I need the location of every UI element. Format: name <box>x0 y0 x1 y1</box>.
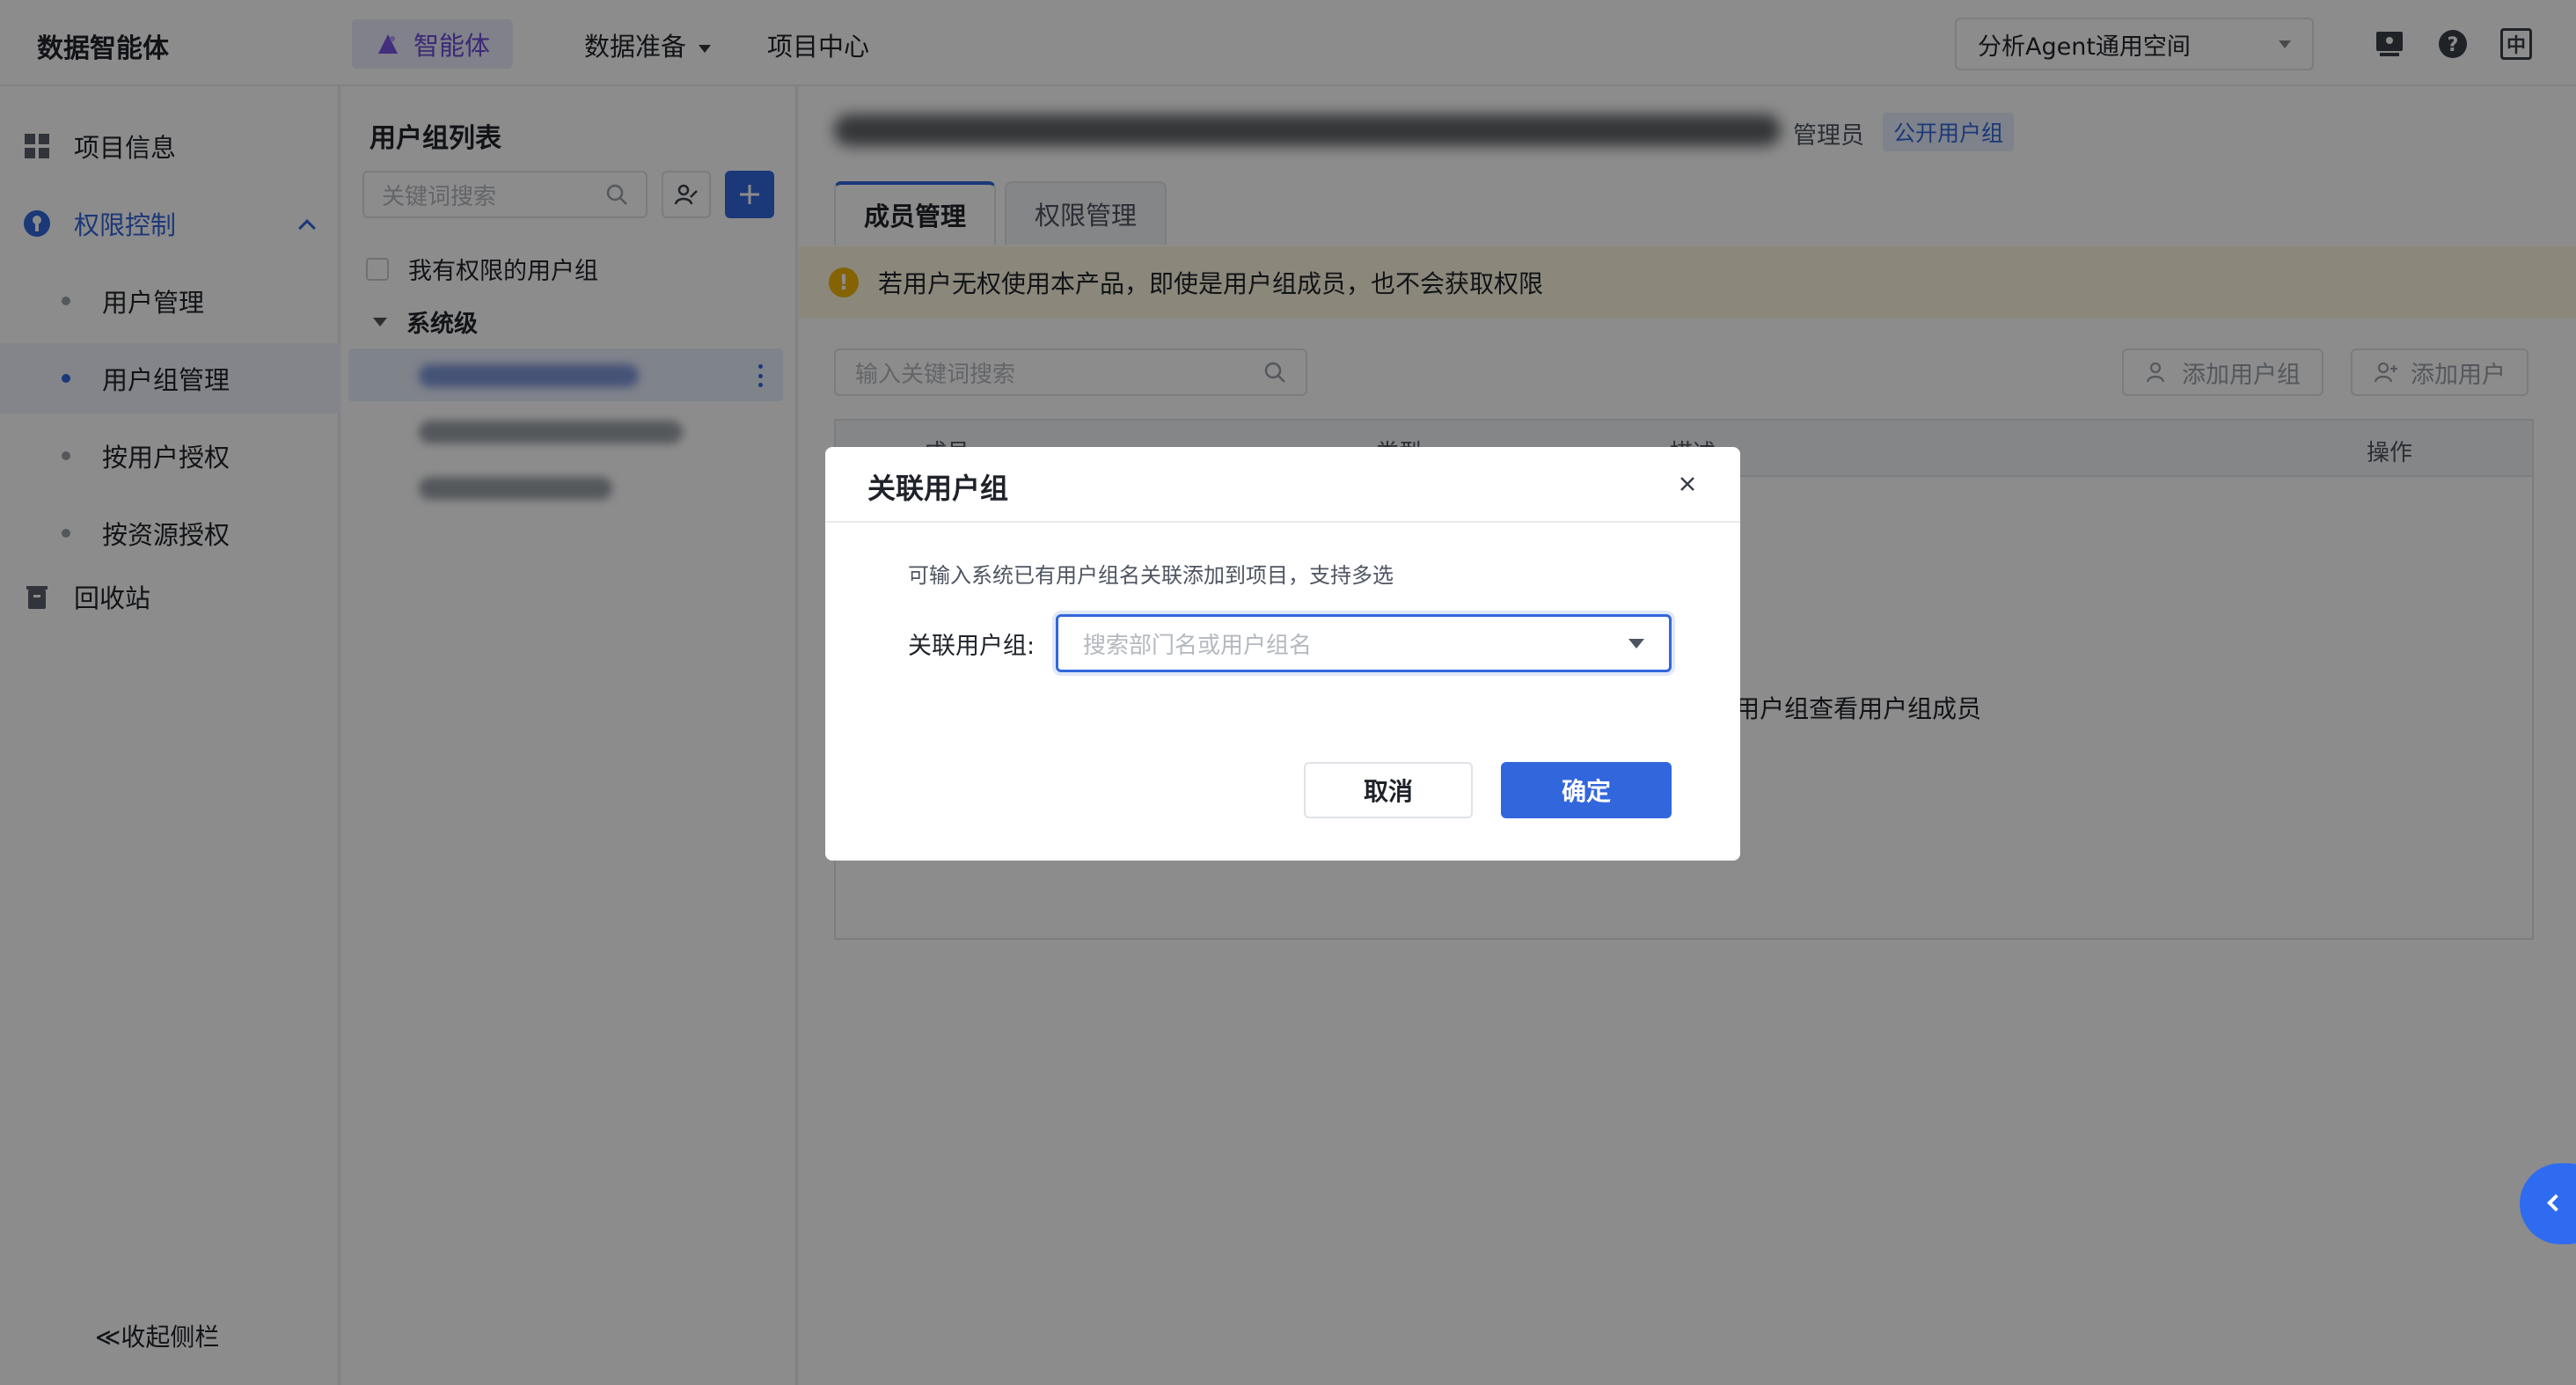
group-select-placeholder: 搜索部门名或用户组名 <box>1083 632 1313 659</box>
dialog-title: 关联用户组 <box>867 472 1009 505</box>
dialog-hint: 可输入系统已有用户组名关联添加到项目，支持多选 <box>908 563 1394 588</box>
field-label: 关联用户组: <box>908 633 1036 660</box>
link-group-dialog: 关联用户组 可输入系统已有用户组名关联添加到项目，支持多选 关联用户组: 搜索部… <box>825 447 1740 861</box>
chevron-left-icon <box>2547 1194 2565 1212</box>
close-icon[interactable] <box>1677 473 1698 495</box>
confirm-button[interactable]: 确定 <box>1501 762 1672 818</box>
group-select[interactable]: 搜索部门名或用户组名 <box>1056 614 1672 672</box>
cancel-button[interactable]: 取消 <box>1304 762 1473 818</box>
dialog-header: 关联用户组 <box>825 447 1740 523</box>
caret-down-icon <box>1628 638 1644 649</box>
